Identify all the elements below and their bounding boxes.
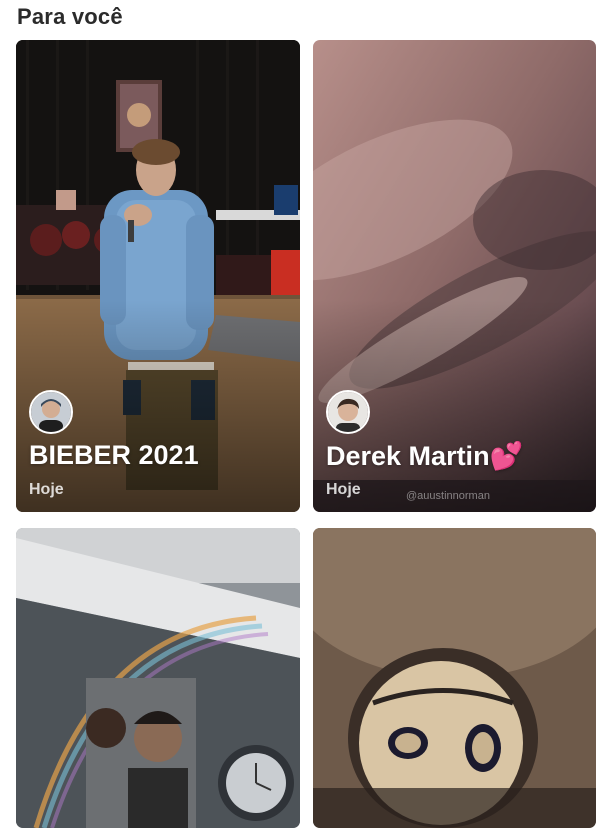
hearts-emoji-icon: 💕: [489, 441, 524, 471]
story-card-bieber[interactable]: BIEBER 2021 Hoje: [16, 40, 300, 512]
story-time: Hoje: [29, 481, 64, 498]
story-grid: BIEBER 2021 Hoje Derek Martin💕 Hoje @auu…: [16, 40, 596, 840]
story-thumbnail: [16, 528, 300, 828]
story-card-3[interactable]: [16, 528, 300, 828]
story-title: Derek Martin💕: [326, 440, 523, 472]
section-title: Para você: [17, 4, 123, 29]
story-thumbnail: [313, 528, 596, 828]
avatar[interactable]: [326, 390, 370, 434]
avatar[interactable]: [29, 390, 73, 434]
story-time: Hoje: [326, 481, 361, 498]
avatar-image: [31, 392, 71, 432]
watermark: @auustinnorman: [406, 490, 490, 502]
story-card-derek-martin[interactable]: Derek Martin💕 Hoje @auustinnorman: [313, 40, 596, 512]
story-title: BIEBER 2021: [29, 440, 199, 470]
avatar-image: [328, 392, 368, 432]
story-title-text: Derek Martin: [326, 441, 490, 471]
story-card-4[interactable]: [313, 528, 596, 828]
